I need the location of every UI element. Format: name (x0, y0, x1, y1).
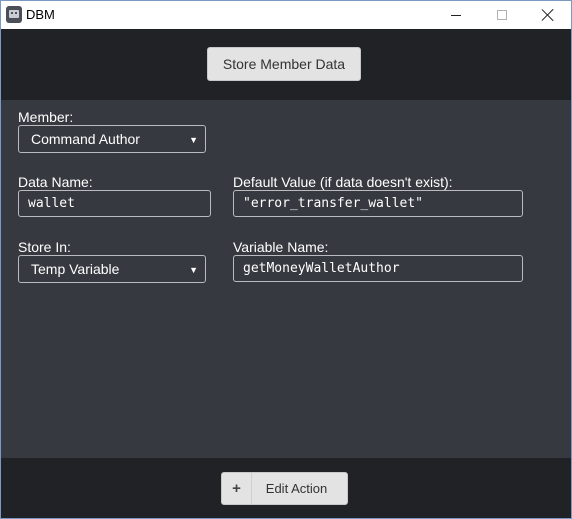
member-select-value: Command Author (31, 131, 140, 147)
window-title: DBM (26, 7, 55, 22)
store-in-select[interactable]: Temp Variable ▼ (18, 255, 206, 283)
store-in-label: Store In: (18, 239, 71, 255)
default-value-input[interactable]: "error_transfer_wallet" (233, 190, 523, 217)
edit-action-label: Edit Action (265, 481, 328, 496)
data-name-label: Data Name: (18, 174, 93, 190)
close-button[interactable] (525, 1, 571, 29)
member-select[interactable]: Command Author ▼ (18, 125, 206, 153)
header-band: Store Member Data (1, 29, 571, 100)
member-label: Member: (18, 109, 74, 125)
close-icon (541, 8, 555, 22)
action-form: Member: Command Author ▼ Data Name: wall… (1, 100, 571, 458)
minimize-button[interactable] (433, 1, 479, 29)
maximize-icon (497, 10, 507, 20)
variable-name-input[interactable]: getMoneyWalletAuthor (233, 255, 523, 282)
variable-name-label: Variable Name: (233, 239, 329, 255)
footer-band: + Edit Action (1, 458, 571, 518)
store-in-select-value: Temp Variable (31, 261, 120, 277)
variable-name-input-value: getMoneyWalletAuthor (243, 261, 400, 276)
edit-action-button[interactable]: + Edit Action (221, 472, 348, 505)
title-bar: DBM (1, 1, 571, 29)
chevron-down-icon: ▼ (189, 135, 198, 145)
dbm-window: DBM Store Member Data Member: Command Au… (0, 0, 572, 519)
store-member-data-button[interactable]: Store Member Data (207, 47, 361, 81)
app-icon (6, 6, 22, 23)
default-value-input-value: "error_transfer_wallet" (243, 196, 424, 211)
data-name-input[interactable]: wallet (18, 190, 211, 217)
plus-icon: + (222, 473, 252, 504)
maximize-button[interactable] (479, 1, 525, 29)
chevron-down-icon: ▼ (189, 265, 198, 275)
minimize-icon (451, 14, 461, 16)
default-value-label: Default Value (if data doesn't exist): (233, 174, 453, 190)
data-name-input-value: wallet (28, 196, 75, 211)
